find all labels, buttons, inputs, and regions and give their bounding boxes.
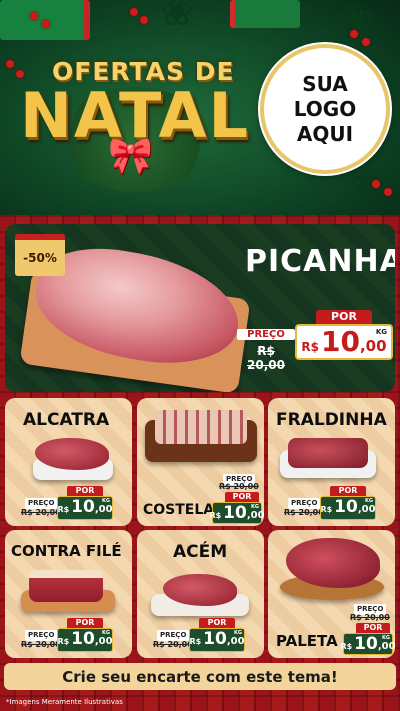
old-price: R$ 20,00 (21, 508, 61, 517)
cta-banner[interactable]: Crie seu encarte com este tema! (4, 663, 396, 690)
header-banner: ❀ ❀ ❀ OFERTAS DE NATAL 🎀 SUA LOGO AQUI (0, 0, 400, 215)
discount-badge: -50% (15, 234, 65, 276)
featured-old-price-block: PREÇO R$ 20,00 (237, 329, 295, 372)
old-price: R$ 20,00 (153, 640, 193, 649)
product-name: CONTRA FILÉ (11, 542, 122, 560)
currency: R$ (320, 505, 333, 514)
product-name: COSTELA (143, 502, 215, 518)
featured-product-card[interactable]: -50% PICANHA PREÇO R$ 20,00 POR R$ 10 ,0… (5, 224, 395, 392)
old-price: R$ 20,00 (350, 613, 390, 622)
new-price: R$ 10,00 KG (57, 628, 113, 652)
old-price: R$ 20,00 (219, 482, 259, 491)
featured-product-name: PICANHA (245, 244, 395, 279)
price-unit: KG (382, 635, 390, 641)
price-decimal: ,00 (226, 636, 245, 647)
product-card-alcatra[interactable]: ALCATRA PREÇO R$ 20,00 POR R$ 10,00 KG (5, 398, 132, 526)
gift-box-decoration (230, 0, 300, 28)
product-name: ACÉM (173, 542, 228, 562)
berry-decoration (30, 12, 38, 20)
featured-new-price-block: POR R$ 10 ,00 KG (295, 310, 393, 360)
por-label: POR (225, 492, 259, 502)
new-price: R$ 10,00 KG (209, 502, 264, 524)
product-name: PALETA (276, 632, 338, 650)
price-unit: KG (102, 498, 110, 504)
product-card-costela[interactable]: COSTELA PREÇO R$ 20,00 POR R$ 10,00 KG (137, 398, 264, 526)
price-decimal: ,00 (246, 510, 264, 521)
por-label: POR (67, 486, 103, 496)
old-price: R$ 20,00 (284, 508, 324, 517)
price-integer: 10 (334, 497, 358, 517)
currency: R$ (209, 511, 222, 520)
red-bow-icon: 🎀 (108, 136, 153, 177)
por-label: POR (356, 623, 390, 633)
price-integer: 10 (321, 325, 360, 358)
product-card-acem[interactable]: ACÉM PREÇO R$ 20,00 POR R$ 10,00 KG (137, 530, 264, 658)
new-price: R$ 10,00 KG (189, 628, 245, 652)
costela-meat-image (155, 410, 247, 444)
price-unit: KG (251, 504, 259, 510)
price-decimal: ,00 (357, 504, 376, 515)
price-integer: 10 (71, 497, 95, 517)
berry-decoration (384, 188, 392, 196)
disclaimer-footnote: *Imagens Meramente Ilustrativas (6, 698, 123, 706)
logo-placeholder: SUA LOGO AQUI (260, 44, 390, 174)
currency: R$ (340, 642, 353, 651)
berry-decoration (42, 20, 50, 28)
por-label: POR (199, 618, 235, 628)
currency: R$ (57, 637, 70, 646)
logo-line: SUA (302, 71, 348, 96)
logo-line: LOGO (293, 96, 357, 121)
new-price: R$ 10 ,00 KG (295, 324, 393, 360)
preco-label: PREÇO (237, 329, 295, 340)
product-card-paleta[interactable]: PALETA PREÇO R$ 20,00 POR R$ 10,00 KG (268, 530, 395, 658)
new-price: R$ 10,00 KG (340, 633, 395, 655)
pine-branch-decoration: ❀ (160, 0, 194, 35)
berry-decoration (372, 180, 380, 188)
product-name: FRALDINHA (276, 410, 387, 430)
berry-decoration (350, 30, 358, 38)
product-card-fraldinha[interactable]: FRALDINHA PREÇO R$ 20,00 POR R$ 10,00 KG (268, 398, 395, 526)
price-unit: KG (375, 328, 387, 336)
berry-decoration (362, 38, 370, 46)
new-price: R$ 10,00 KG (57, 496, 113, 520)
por-label: POR (67, 618, 103, 628)
price-unit: KG (365, 498, 373, 504)
fraldinha-meat-image (288, 438, 368, 468)
old-price: R$ 20,00 (21, 640, 61, 649)
currency: R$ (57, 505, 70, 514)
price-decimal: ,00 (94, 636, 113, 647)
price-unit: KG (102, 630, 110, 636)
price-decimal: ,00 (359, 337, 387, 355)
price-unit: KG (234, 630, 242, 636)
price-decimal: ,00 (377, 641, 395, 652)
berry-decoration (130, 8, 138, 16)
berry-decoration (140, 16, 148, 24)
logo-line: AQUI (296, 121, 354, 146)
price-integer: 10 (223, 503, 247, 523)
product-card-contra-file[interactable]: CONTRA FILÉ PREÇO R$ 20,00 POR R$ 10,00 KG (5, 530, 132, 658)
price-integer: 10 (203, 629, 227, 649)
promo-title: OFERTAS DE NATAL 🎀 (12, 45, 257, 192)
old-price: R$ 20,00 (247, 344, 285, 372)
currency: R$ (189, 637, 202, 646)
por-label: POR (316, 310, 372, 324)
contra-file-meat-image (29, 570, 103, 602)
price-integer: 10 (354, 634, 378, 654)
product-name: ALCATRA (23, 410, 110, 430)
por-label: POR (330, 486, 366, 496)
price-decimal: ,00 (94, 504, 113, 515)
new-price: R$ 10,00 KG (320, 496, 376, 520)
currency: R$ (301, 340, 320, 354)
price-integer: 10 (71, 629, 95, 649)
